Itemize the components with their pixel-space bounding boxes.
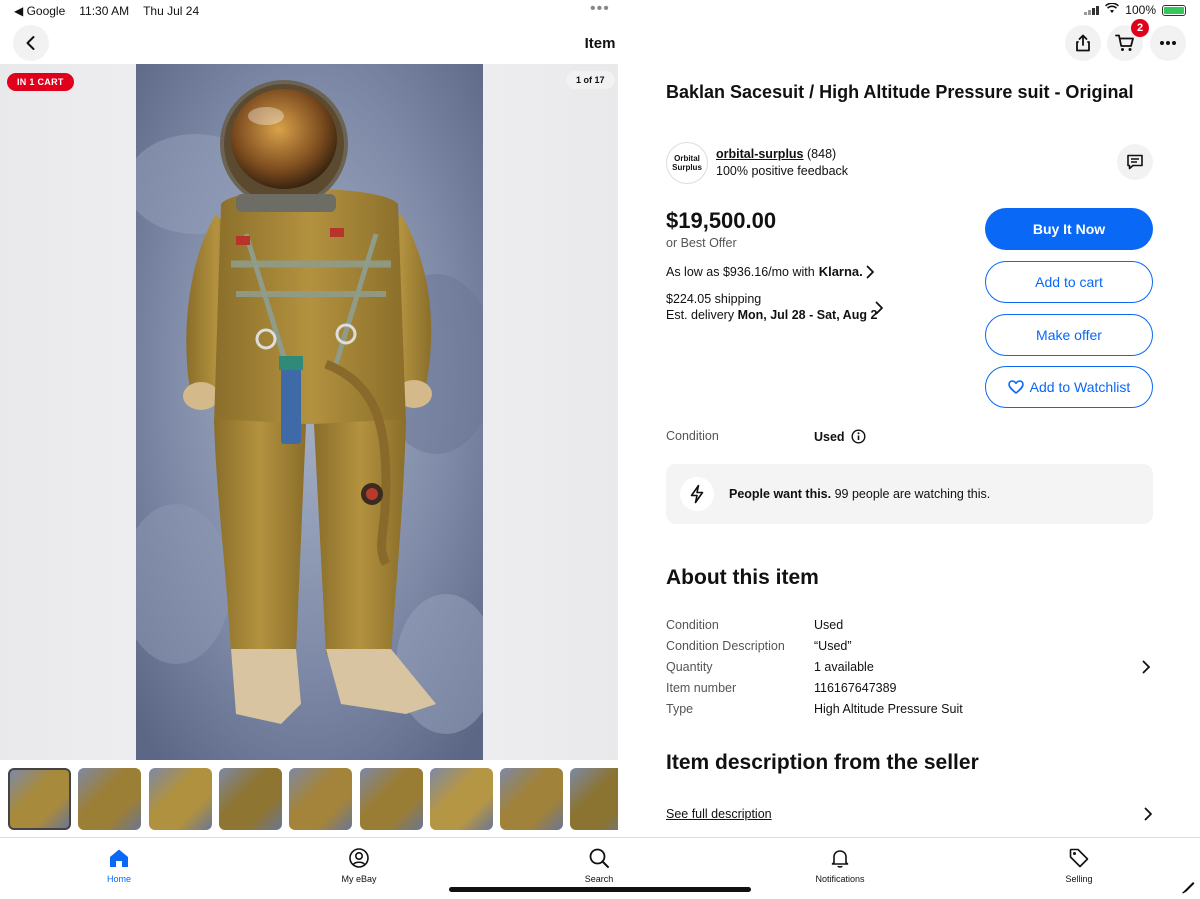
estimated-delivery: Est. delivery Mon, Jul 28 - Sat, Aug 2 [666, 308, 878, 322]
pencil-scribble-icon[interactable] [1180, 879, 1196, 895]
cellular-signal-icon [1084, 5, 1100, 15]
cart-count-badge: 2 [1131, 19, 1149, 37]
seller-name-row: orbital-surplus (848) [716, 147, 836, 161]
gallery-thumbnail[interactable] [289, 768, 353, 830]
shopping-cart-icon [1115, 34, 1134, 51]
home-icon [110, 849, 128, 867]
delivery-dates: Mon, Jul 28 - Sat, Aug 2 [737, 308, 878, 322]
gallery-thumbnail[interactable] [78, 768, 142, 830]
price: $19,500.00 [666, 208, 777, 233]
description-heading: Item description from the seller [666, 751, 979, 774]
gallery-thumbnail[interactable] [148, 768, 212, 830]
battery-icon [1162, 4, 1186, 16]
gallery-thumbnail[interactable] [500, 768, 564, 830]
status-date: Thu Jul 24 [143, 4, 200, 18]
buy-it-now-button[interactable]: Buy It Now [985, 208, 1153, 250]
klarna-financing-row[interactable]: As low as $936.16/mo with Klarna. [666, 264, 863, 279]
see-full-description-link[interactable]: See full description [666, 807, 772, 821]
tab-selling[interactable]: Selling [1029, 846, 1129, 884]
in-cart-pill: IN 1 CART [7, 73, 74, 91]
tab-home[interactable]: Home [69, 846, 169, 884]
page-title: Item [584, 35, 616, 52]
chevron-right-icon[interactable] [1141, 660, 1151, 674]
chevron-right-icon[interactable] [1143, 807, 1153, 821]
gallery-thumbnail[interactable] [429, 768, 493, 830]
klarna-text: As low as $936.16/mo with [666, 264, 815, 279]
share-button[interactable] [1065, 25, 1101, 61]
add-to-watchlist-button[interactable]: Add to Watchlist [985, 366, 1153, 408]
battery-percent: 100% [1125, 3, 1156, 17]
home-indicator[interactable] [449, 887, 751, 892]
watchers-banner: People want this. 99 people are watching… [666, 464, 1153, 524]
thumbnail-strip[interactable] [0, 760, 618, 838]
spec-row: Condition Description “Used” [666, 639, 852, 653]
tab-search[interactable]: Search [549, 846, 649, 884]
chevron-right-icon[interactable] [865, 265, 875, 279]
seller-name-link[interactable]: orbital-surplus [716, 147, 804, 161]
contact-seller-button[interactable] [1117, 144, 1153, 180]
status-bar: ◀ Google 11:30 AM Thu Jul 24 ••• 100% [0, 0, 1200, 22]
status-time: 11:30 AM [79, 4, 130, 18]
lightning-icon [680, 477, 714, 511]
gallery-thumbnail[interactable] [8, 768, 71, 830]
bell-icon [831, 850, 849, 868]
listing-title: Baklan Sacesuit / High Altitude Pressure… [666, 82, 1134, 102]
spec-row: Item number 116167647389 [666, 681, 897, 695]
share-icon [1076, 34, 1090, 52]
best-offer-note: or Best Offer [666, 236, 737, 250]
price-tag-icon [1069, 848, 1089, 868]
gallery-thumbnail[interactable] [570, 768, 618, 830]
condition-value-row: Used [814, 429, 866, 444]
about-heading: About this item [666, 566, 819, 589]
klarna-logo: Klarna. [818, 264, 863, 279]
seller-card: Orbital Surplus orbital-surplus (848) 10… [666, 142, 1153, 184]
spec-row-quantity[interactable]: Quantity 1 available [666, 660, 1153, 678]
back-to-app-link[interactable]: ◀ Google [14, 4, 65, 18]
watchlist-label: Add to Watchlist [1029, 379, 1131, 395]
more-options-button[interactable] [1150, 25, 1186, 61]
heart-icon [1007, 380, 1024, 394]
gallery-thumbnail[interactable] [359, 768, 423, 830]
main-product-photo[interactable] [136, 64, 483, 760]
spec-row: Condition Used [666, 618, 844, 632]
seller-feedback: 100% positive feedback [716, 164, 849, 178]
multitasking-dots-icon[interactable]: ••• [590, 0, 610, 18]
wifi-icon [1105, 2, 1120, 17]
search-icon [589, 848, 609, 868]
image-counter: 1 of 17 [566, 71, 615, 89]
watchers-text: People want this. 99 people are watching… [729, 487, 991, 501]
info-icon[interactable] [851, 429, 866, 444]
profile-icon [349, 848, 369, 868]
add-to-cart-button[interactable]: Add to cart [985, 261, 1153, 303]
more-horizontal-icon [1160, 41, 1176, 45]
tab-notifications[interactable]: Notifications [790, 846, 890, 884]
condition-label: Condition [666, 429, 719, 443]
seller-feedback-count: (848) [807, 147, 837, 161]
make-offer-button[interactable]: Make offer [985, 314, 1153, 356]
gallery-thumbnail[interactable] [218, 768, 282, 830]
image-gallery[interactable]: IN 1 CART 1 of 17 [0, 64, 618, 760]
shipping-cost: $224.05 shipping [666, 292, 762, 306]
chevron-right-icon[interactable] [874, 301, 884, 315]
spec-row: Type High Altitude Pressure Suit [666, 702, 963, 716]
seller-logo[interactable]: Orbital Surplus [666, 142, 708, 184]
tab-my-ebay[interactable]: My eBay [309, 846, 409, 884]
message-icon [1127, 154, 1143, 170]
nav-bar: Item 2 [0, 19, 1200, 64]
condition-value: Used [814, 429, 845, 444]
cart-button[interactable]: 2 [1107, 19, 1149, 61]
